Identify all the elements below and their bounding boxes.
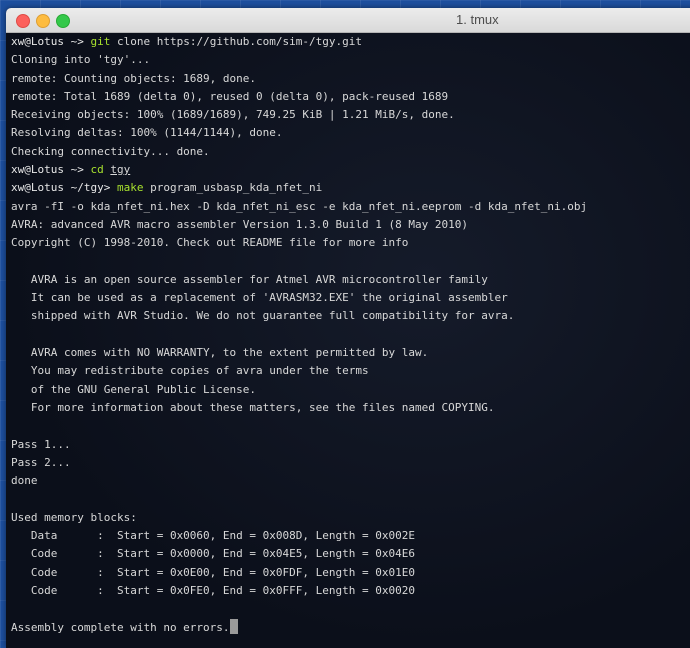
output-text: For more information about these matters… xyxy=(11,400,495,414)
output-line: Code : Start = 0x0FE0, End = 0x0FFF, Len… xyxy=(11,582,690,600)
output-text: avra -fI -o kda_nfet_ni.hex -D kda_nfet_… xyxy=(11,199,588,213)
output-text: AVRA comes with NO WARRANTY, to the exte… xyxy=(11,346,429,360)
output-line: Resolving deltas: 100% (1144/1144), done… xyxy=(11,124,690,142)
output-text: Cloning into 'tgy'... xyxy=(11,53,151,67)
terminal-output[interactable]: xw@Lotus ~> git clone https://github.com… xyxy=(6,33,690,648)
command-line: xw@Lotus ~> cd tgy xyxy=(11,161,690,179)
output-line: done xyxy=(11,472,690,490)
output-line: of the GNU General Public License. xyxy=(11,381,690,399)
output-line: avra -fI -o kda_nfet_ni.hex -D kda_nfet_… xyxy=(11,198,690,216)
output-text: Assembly complete with no errors. xyxy=(11,620,230,634)
output-line: For more information about these matters… xyxy=(11,399,690,417)
output-line: shipped with AVR Studio. We do not guara… xyxy=(11,307,690,325)
command-line: xw@Lotus ~/tgy> make program_usbasp_kda_… xyxy=(11,179,690,197)
output-text: shipped with AVR Studio. We do not guara… xyxy=(11,309,515,323)
output-text: remote: Counting objects: 1689, done. xyxy=(11,71,257,85)
output-line: Checking connectivity... done. xyxy=(11,143,690,161)
command-path-arg: tgy xyxy=(110,163,131,177)
output-line: It can be used as a replacement of 'AVRA… xyxy=(11,289,690,307)
output-text: You may redistribute copies of avra unde… xyxy=(11,364,369,378)
output-text: AVRA is an open source assembler for Atm… xyxy=(11,272,488,286)
output-text: Used memory blocks: xyxy=(11,510,137,524)
minimize-button[interactable] xyxy=(36,14,50,28)
output-text: Copyright (C) 1998-2010. Check out READM… xyxy=(11,236,409,250)
command-line: xw@Lotus ~> git clone https://github.com… xyxy=(11,33,690,51)
window-title: 1. tmux xyxy=(456,12,499,27)
terminal-window: 1. tmux xw@Lotus ~> git clone https://gi… xyxy=(6,8,690,648)
text-cursor xyxy=(229,618,238,634)
command-args: program_usbasp_kda_nfet_ni xyxy=(143,181,323,195)
output-text: It can be used as a replacement of 'AVRA… xyxy=(11,291,508,305)
command-args: clone https://github.com/sim-/tgy.git xyxy=(110,35,363,48)
output-line: remote: Counting objects: 1689, done. xyxy=(11,70,690,88)
close-button[interactable] xyxy=(16,14,30,28)
maximize-button[interactable] xyxy=(56,14,70,28)
output-line: Pass 1... xyxy=(11,436,690,454)
output-text: remote: Total 1689 (delta 0), reused 0 (… xyxy=(11,89,449,103)
output-line: Copyright (C) 1998-2010. Check out READM… xyxy=(11,234,690,252)
output-line: AVRA comes with NO WARRANTY, to the exte… xyxy=(11,344,690,362)
output-line: Code : Start = 0x0000, End = 0x04E5, Len… xyxy=(11,545,690,563)
command-name: git xyxy=(90,35,111,48)
output-text: Receiving objects: 100% (1689/1689), 749… xyxy=(11,108,455,122)
command-name: make xyxy=(116,181,144,195)
output-line: Pass 2... xyxy=(11,454,690,472)
output-line: AVRA is an open source assembler for Atm… xyxy=(11,271,690,289)
output-text: Checking connectivity... done. xyxy=(11,144,210,158)
output-line: Assembly complete with no errors. xyxy=(11,618,690,637)
output-text: Code : Start = 0x0FE0, End = 0x0FFF, Len… xyxy=(11,583,415,597)
output-text: AVRA: advanced AVR macro assembler Versi… xyxy=(11,217,468,231)
output-line: You may redistribute copies of avra unde… xyxy=(11,362,690,380)
output-text: of the GNU General Public License. xyxy=(11,382,257,396)
title-bar: 1. tmux xyxy=(6,8,690,33)
output-line: Used memory blocks: xyxy=(11,509,690,527)
output-line: Receiving objects: 100% (1689/1689), 749… xyxy=(11,106,690,124)
output-line: Data : Start = 0x0060, End = 0x008D, Len… xyxy=(11,527,690,545)
output-line: remote: Total 1689 (delta 0), reused 0 (… xyxy=(11,88,690,106)
shell-prompt: xw@Lotus ~/tgy> xyxy=(11,181,111,195)
output-line: Cloning into 'tgy'... xyxy=(11,51,690,69)
shell-prompt: xw@Lotus ~> xyxy=(11,163,84,177)
output-text: done xyxy=(11,474,38,488)
output-line: AVRA: advanced AVR macro assembler Versi… xyxy=(11,216,690,234)
output-line: Code : Start = 0x0E00, End = 0x0FDF, Len… xyxy=(11,564,690,582)
output-text: Pass 1... xyxy=(11,437,71,451)
output-text: Code : Start = 0x0E00, End = 0x0FDF, Len… xyxy=(11,565,415,579)
output-text: Data : Start = 0x0060, End = 0x008D, Len… xyxy=(11,529,415,543)
shell-prompt: xw@Lotus ~> xyxy=(11,35,84,48)
output-text: Resolving deltas: 100% (1144/1144), done… xyxy=(11,126,283,140)
command-name: cd xyxy=(90,163,104,177)
output-text: Pass 2... xyxy=(11,455,71,469)
output-text: Code : Start = 0x0000, End = 0x04E5, Len… xyxy=(11,547,415,561)
